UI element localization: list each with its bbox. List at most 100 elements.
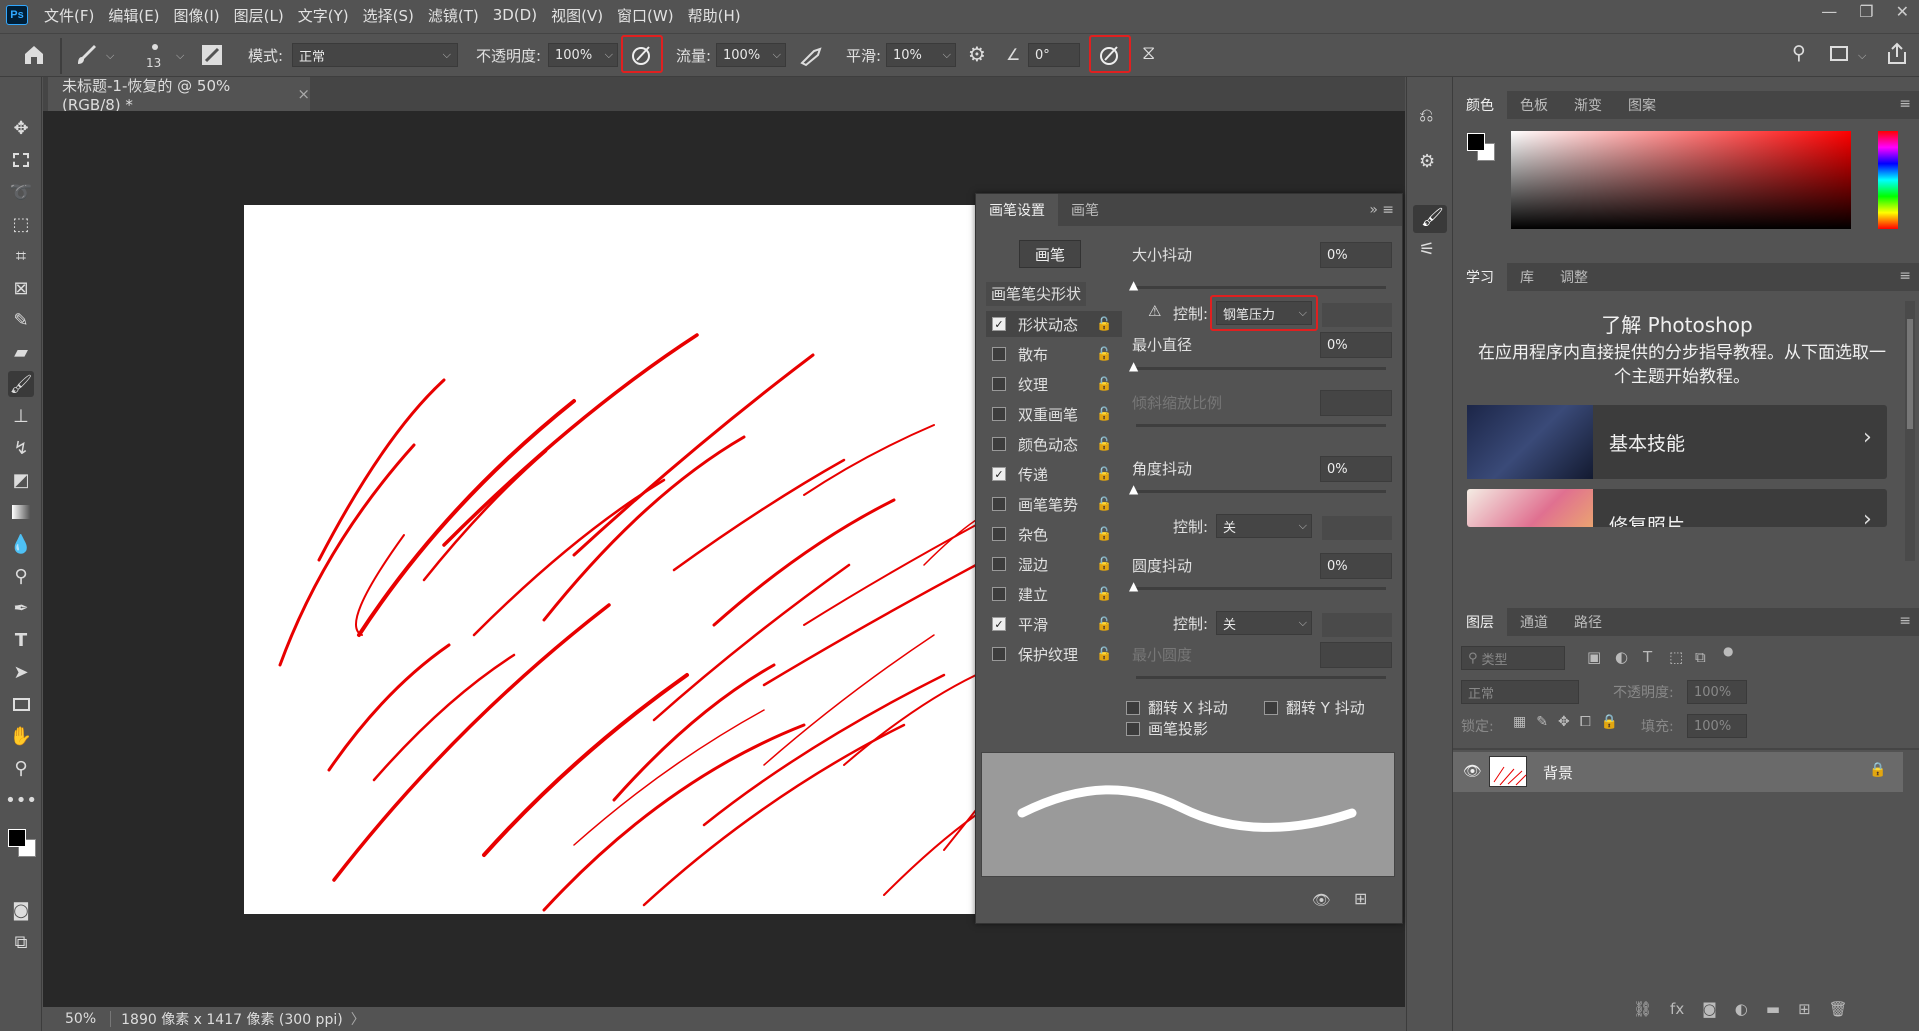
healing-tool-icon[interactable]: ▰ (8, 339, 34, 365)
document-tab[interactable]: 未标题-1-恢复的 @ 50%(RGB/8) * × (48, 77, 310, 114)
properties-icon[interactable]: ⚙ (1419, 151, 1435, 172)
minimize-button[interactable]: — (1821, 2, 1837, 21)
tab-color[interactable]: 颜色 (1453, 91, 1507, 119)
chevron-down-icon[interactable]: ⌵ (106, 49, 114, 63)
smart-object-filter-icon[interactable]: ⧉ (1695, 648, 1706, 666)
tab-paths[interactable]: 路径 (1561, 608, 1615, 636)
foreground-color-swatch[interactable] (1467, 133, 1485, 151)
checkbox[interactable] (992, 407, 1006, 421)
type-filter-icon[interactable]: T (1643, 648, 1652, 666)
roundness-control-select[interactable]: 关 ⌵ (1216, 611, 1312, 635)
tab-swatches[interactable]: 色板 (1507, 91, 1561, 119)
angle-jitter-slider[interactable] (1136, 490, 1386, 493)
menu-layer[interactable]: 图层(L) (234, 5, 284, 26)
lock-icon[interactable]: 🔓 (1096, 617, 1112, 632)
checkbox[interactable] (992, 377, 1006, 391)
checkbox[interactable] (992, 527, 1006, 541)
panel-menu-icon[interactable]: ≡ (1382, 202, 1394, 218)
lock-icon[interactable]: 🔓 (1096, 467, 1112, 482)
menu-window[interactable]: 窗口(W) (617, 5, 674, 26)
stamp-tool-icon[interactable]: ⊥ (8, 403, 34, 429)
fill-input[interactable]: 100% (1687, 714, 1747, 738)
hue-slider[interactable] (1878, 131, 1898, 229)
eye-icon[interactable]: 👁 (1463, 762, 1482, 780)
checkbox[interactable] (1264, 700, 1278, 715)
marquee-tool-icon[interactable] (8, 147, 34, 173)
checkbox[interactable] (992, 437, 1006, 451)
lock-icon[interactable]: 🔓 (1096, 647, 1112, 662)
tab-patterns[interactable]: 图案 (1615, 91, 1669, 119)
option-brush-pose[interactable]: 画笔笔势 🔓 (986, 491, 1112, 517)
brush-preset-icon[interactable] (152, 44, 158, 50)
menu-type[interactable]: 文字(Y) (298, 5, 349, 26)
brush-tool-icon[interactable]: 🖌 (8, 371, 34, 397)
screen-mode-icon[interactable]: ⧉ (8, 929, 34, 955)
crop-tool-icon[interactable]: ⌗ (8, 243, 34, 269)
foreground-color-swatch[interactable] (8, 829, 26, 847)
brush-panel-toggle-icon[interactable] (200, 43, 224, 67)
dodge-tool-icon[interactable]: ⚲ (8, 563, 34, 589)
mask-icon[interactable]: ◙ (1702, 1000, 1717, 1018)
layer-filter-select[interactable]: ⚲ 类型 (1461, 646, 1565, 670)
blur-tool-icon[interactable]: 💧 (8, 531, 34, 557)
lock-icon[interactable]: 🔓 (1096, 557, 1112, 572)
checkbox[interactable] (992, 497, 1006, 511)
option-transfer[interactable]: ✓ 传递 🔓 (986, 461, 1112, 487)
eraser-tool-icon[interactable]: ◩ (8, 467, 34, 493)
lock-icon[interactable]: 🔓 (1096, 527, 1112, 542)
close-button[interactable]: ✕ (1896, 2, 1909, 21)
brush-tool-icon[interactable] (74, 42, 100, 68)
object-select-tool-icon[interactable]: ⬚ (8, 211, 34, 237)
tab-brushes[interactable]: 画笔 (1058, 194, 1112, 226)
layer-row[interactable]: 👁 背景 🔒 (1453, 752, 1903, 792)
slider-thumb[interactable]: ▲ (1129, 359, 1138, 373)
scrollbar-thumb[interactable] (1907, 319, 1913, 429)
zoom-tool-icon[interactable]: ⚲ (8, 755, 34, 781)
workspace-icon[interactable] (1830, 46, 1848, 61)
menu-view[interactable]: 视图(V) (551, 5, 603, 26)
angle-input[interactable]: 0° (1028, 43, 1080, 67)
learn-card[interactable]: 基本技能 › (1467, 405, 1887, 479)
tab-learn[interactable]: 学习 (1453, 263, 1507, 291)
checkbox[interactable] (992, 347, 1006, 361)
menu-filter[interactable]: 滤镜(T) (428, 5, 479, 26)
quick-mask-icon[interactable]: ◙ (8, 897, 34, 923)
lock-icon[interactable]: 🔓 (1096, 587, 1112, 602)
tab-adjustments[interactable]: 调整 (1547, 263, 1601, 291)
option-noise[interactable]: 杂色 🔓 (986, 521, 1112, 547)
menu-image[interactable]: 图像(I) (174, 5, 220, 26)
lock-icon[interactable]: 🔓 (1096, 347, 1112, 362)
option-protect-texture[interactable]: 保护纹理 🔓 (986, 641, 1112, 667)
tab-libraries[interactable]: 库 (1507, 263, 1547, 291)
size-pressure-icon[interactable] (1097, 43, 1123, 67)
control-select[interactable]: 钢笔压力 ⌵ (1216, 301, 1312, 325)
flip-x-option[interactable]: 翻转 X 抖动 (1126, 697, 1228, 718)
path-select-tool-icon[interactable]: ➤ (8, 659, 34, 685)
chevron-down-icon[interactable]: ⌵ (176, 49, 184, 63)
shape-filter-icon[interactable]: ⬚ (1669, 648, 1683, 666)
airbrush-icon[interactable] (798, 43, 824, 67)
option-smoothing[interactable]: ✓ 平滑 🔓 (986, 611, 1112, 637)
chevron-down-icon[interactable]: ⌵ (1858, 49, 1866, 63)
angle-control-select[interactable]: 关 ⌵ (1216, 514, 1312, 538)
slider-thumb[interactable]: ▲ (1129, 482, 1138, 496)
panel-menu-icon[interactable]: ≡ (1899, 268, 1911, 284)
angle-jitter-input[interactable]: 0% (1320, 456, 1392, 482)
scrollbar[interactable] (1905, 301, 1915, 561)
menu-select[interactable]: 选择(S) (363, 5, 414, 26)
tab-layers[interactable]: 图层 (1453, 608, 1507, 636)
pen-tool-icon[interactable]: ✒ (8, 595, 34, 621)
slider-thumb[interactable]: ▲ (1129, 579, 1138, 593)
eyedropper-tool-icon[interactable]: ✎ (8, 307, 34, 333)
checkbox[interactable]: ✓ (992, 617, 1006, 631)
close-icon[interactable]: × (297, 85, 310, 103)
menu-edit[interactable]: 编辑(E) (108, 5, 159, 26)
flip-y-option[interactable]: 翻转 Y 抖动 (1264, 697, 1365, 718)
roundness-jitter-input[interactable]: 0% (1320, 553, 1392, 579)
rectangle-tool-icon[interactable] (8, 691, 34, 717)
adjustment-filter-icon[interactable]: ◐ (1615, 648, 1628, 666)
option-texture[interactable]: 纹理 🔓 (986, 371, 1112, 397)
share-icon[interactable] (1886, 42, 1908, 66)
type-tool-icon[interactable]: T (8, 627, 34, 653)
pixel-filter-icon[interactable]: ▣ (1587, 648, 1601, 666)
